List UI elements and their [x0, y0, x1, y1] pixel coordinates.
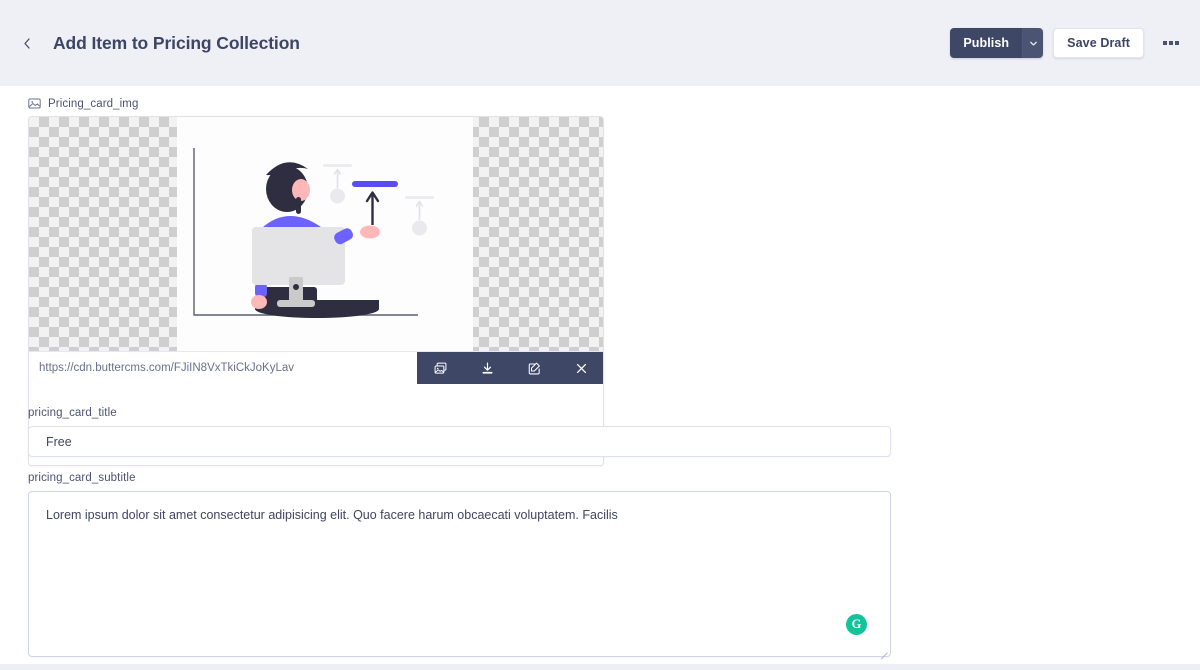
image-toolbar	[417, 352, 603, 384]
publish-dropdown-toggle[interactable]	[1022, 28, 1044, 58]
images-stack-icon	[433, 361, 448, 376]
subtitle-field-wrapper: Lorem ipsum dolor sit amet consectetur a…	[28, 491, 891, 660]
grammarly-badge[interactable]: G	[846, 614, 867, 635]
form-body: Pricing_card_img https://cdn.buttercms.c…	[0, 86, 1200, 664]
pencil-square-icon	[527, 361, 542, 376]
chevron-left-icon	[21, 37, 34, 50]
ellipsis-icon	[1169, 41, 1173, 45]
more-options-button[interactable]	[1156, 28, 1186, 58]
pricing-card-title-input[interactable]	[28, 426, 891, 457]
textarea-resize-handle[interactable]	[877, 643, 888, 660]
close-icon	[574, 361, 589, 376]
ellipsis-icon	[1175, 41, 1179, 45]
edit-image-button[interactable]	[511, 352, 558, 384]
title-field-label: pricing_card_title	[28, 407, 117, 419]
publish-button[interactable]: Publish	[950, 28, 1023, 58]
transparency-checkerboard	[29, 117, 603, 351]
image-field-label: Pricing_card_img	[28, 97, 138, 110]
header-actions: Publish Save Draft	[950, 28, 1200, 58]
publish-split-button[interactable]: Publish	[950, 28, 1044, 58]
download-image-button[interactable]	[464, 352, 511, 384]
back-button[interactable]	[14, 30, 40, 56]
ellipsis-icon	[1163, 41, 1167, 45]
illustration-person-at-monitor	[193, 148, 434, 318]
page-title: Add Item to Pricing Collection	[53, 32, 300, 53]
subtitle-field-label: pricing_card_subtitle	[28, 472, 136, 484]
copy-image-button[interactable]	[417, 352, 464, 384]
header-left-group: Add Item to Pricing Collection	[0, 30, 300, 56]
image-field-label-text: Pricing_card_img	[48, 97, 139, 110]
image-url-input[interactable]	[29, 352, 417, 384]
page-footer-strip	[0, 664, 1200, 670]
image-preview[interactable]	[177, 117, 473, 351]
image-icon	[28, 97, 41, 110]
app-header: Add Item to Pricing Collection Publish S…	[0, 0, 1200, 86]
save-draft-button[interactable]: Save Draft	[1053, 28, 1144, 58]
download-icon	[480, 361, 495, 376]
remove-image-button[interactable]	[558, 352, 603, 384]
pricing-card-subtitle-textarea[interactable]: Lorem ipsum dolor sit amet consectetur a…	[28, 491, 891, 657]
chevron-down-icon	[1029, 39, 1038, 48]
